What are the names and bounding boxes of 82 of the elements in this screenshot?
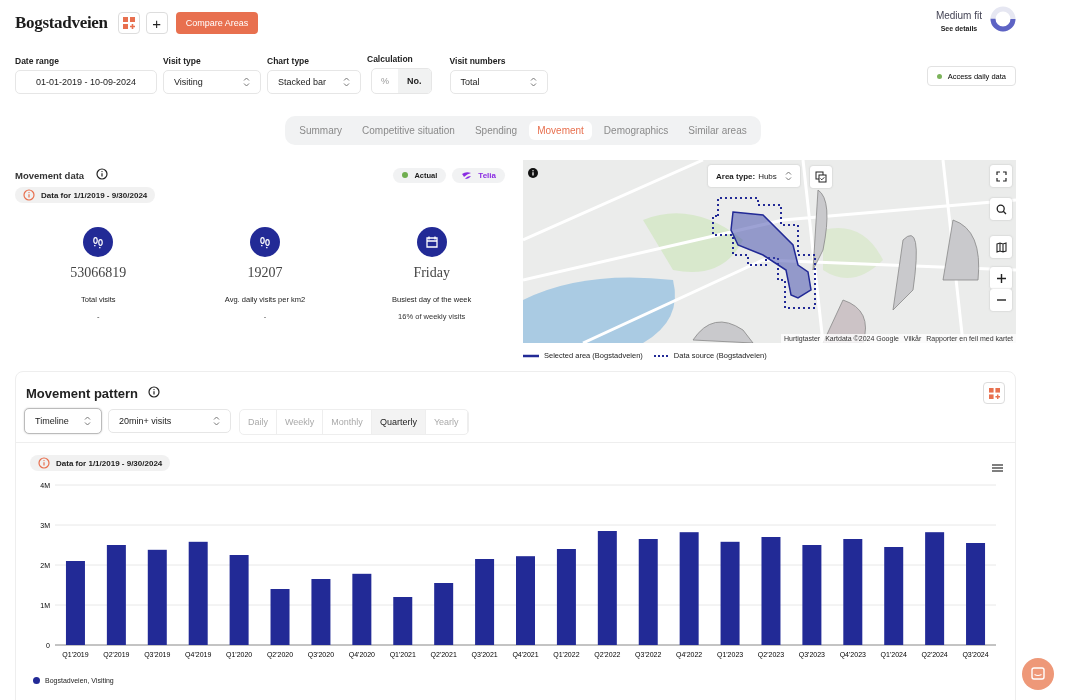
page-title: Bogstadveien [15,13,108,33]
layers-button[interactable] [810,166,832,188]
bar[interactable] [720,541,740,645]
legend-line-icon [652,353,669,358]
section-title: Movement pattern [26,385,138,401]
menu-icon[interactable] [992,464,1003,472]
toggle-option[interactable]: No. [398,69,431,93]
info-icon[interactable] [528,168,538,178]
bar[interactable] [925,532,945,645]
bar[interactable] [352,573,372,645]
provider-pill: Telia [452,167,505,183]
fit-gauge [990,6,1016,32]
bar[interactable] [434,583,454,645]
grid-button[interactable] [117,12,140,34]
sort-icon [784,171,792,181]
date-range-label: Data for 1/1/2019 - 9/30/2024 [56,458,163,468]
bar[interactable] [270,589,290,645]
footprints-icon [83,227,114,257]
plus-icon [995,272,1007,284]
bar[interactable] [884,547,904,645]
select-field[interactable]: Stacked bar [267,70,361,94]
search-icon [995,203,1007,215]
fit-label: Medium fit [935,10,982,21]
fullscreen-icon [995,170,1007,182]
info-icon[interactable] [96,168,109,180]
info-icon [23,189,35,201]
select-field[interactable]: Visiting [163,70,261,94]
stat-value: 53066819 [70,265,127,281]
filter-label: Date range [15,56,60,66]
copy-check-icon [815,171,827,183]
bar[interactable] [802,545,822,645]
bar[interactable] [106,545,126,645]
section-title: Movement data [15,169,85,181]
filter-label: Visit numbers [449,56,507,66]
calendar-icon [416,227,447,257]
bar[interactable] [188,541,208,645]
map-icon [995,241,1007,253]
sort-icon [343,77,350,87]
info-icon[interactable] [147,386,160,398]
sort-icon [243,77,250,87]
bar[interactable] [556,549,576,645]
sort-icon [213,416,220,426]
bar[interactable] [966,543,986,645]
sort-icon [529,77,537,87]
legend-line-icon [523,353,539,358]
bar[interactable] [393,597,413,645]
bar[interactable] [311,579,331,645]
bar[interactable] [475,559,495,645]
fullscreen-button[interactable] [990,165,1012,187]
bar[interactable] [679,532,699,645]
zoom-out-button[interactable] [990,289,1012,311]
filter-label: Chart type [267,56,311,66]
add-button[interactable]: + [145,12,168,34]
select-field[interactable]: 20min+ visits [108,409,231,433]
bar[interactable] [229,555,249,645]
map-view-button[interactable] [990,236,1012,258]
area-type-select[interactable]: Area type: Hubs [708,165,800,187]
grid-icon [988,387,1000,399]
sort-icon [84,416,91,426]
minus-icon [995,298,1007,302]
date-range-label: Data for 1/1/2019 - 9/30/2024 [41,190,148,200]
date-range-field[interactable]: 01-01-2019 - 10-09-2024 [15,70,157,94]
filter-label: Visit type [163,56,202,66]
bar[interactable] [843,539,863,645]
search-button[interactable] [990,198,1012,220]
select-field[interactable]: Total [449,70,548,94]
grid-button[interactable] [983,382,1005,404]
bar[interactable] [65,561,85,645]
stat-value: Friday [413,265,450,281]
footprints-icon [250,227,280,257]
select-field[interactable]: Timeline [24,408,102,434]
grid-icon [122,17,135,29]
period-tab[interactable]: Quarterly [371,410,426,434]
bar[interactable] [597,531,617,645]
bar[interactable] [638,539,658,645]
provider-logo-icon [461,170,473,180]
bar[interactable] [147,549,167,645]
bar[interactable] [761,537,781,645]
filter-label: Calculation [367,54,414,64]
stat-value: 19207 [247,265,283,281]
info-icon [38,457,50,469]
zoom-in-button[interactable] [990,267,1012,289]
